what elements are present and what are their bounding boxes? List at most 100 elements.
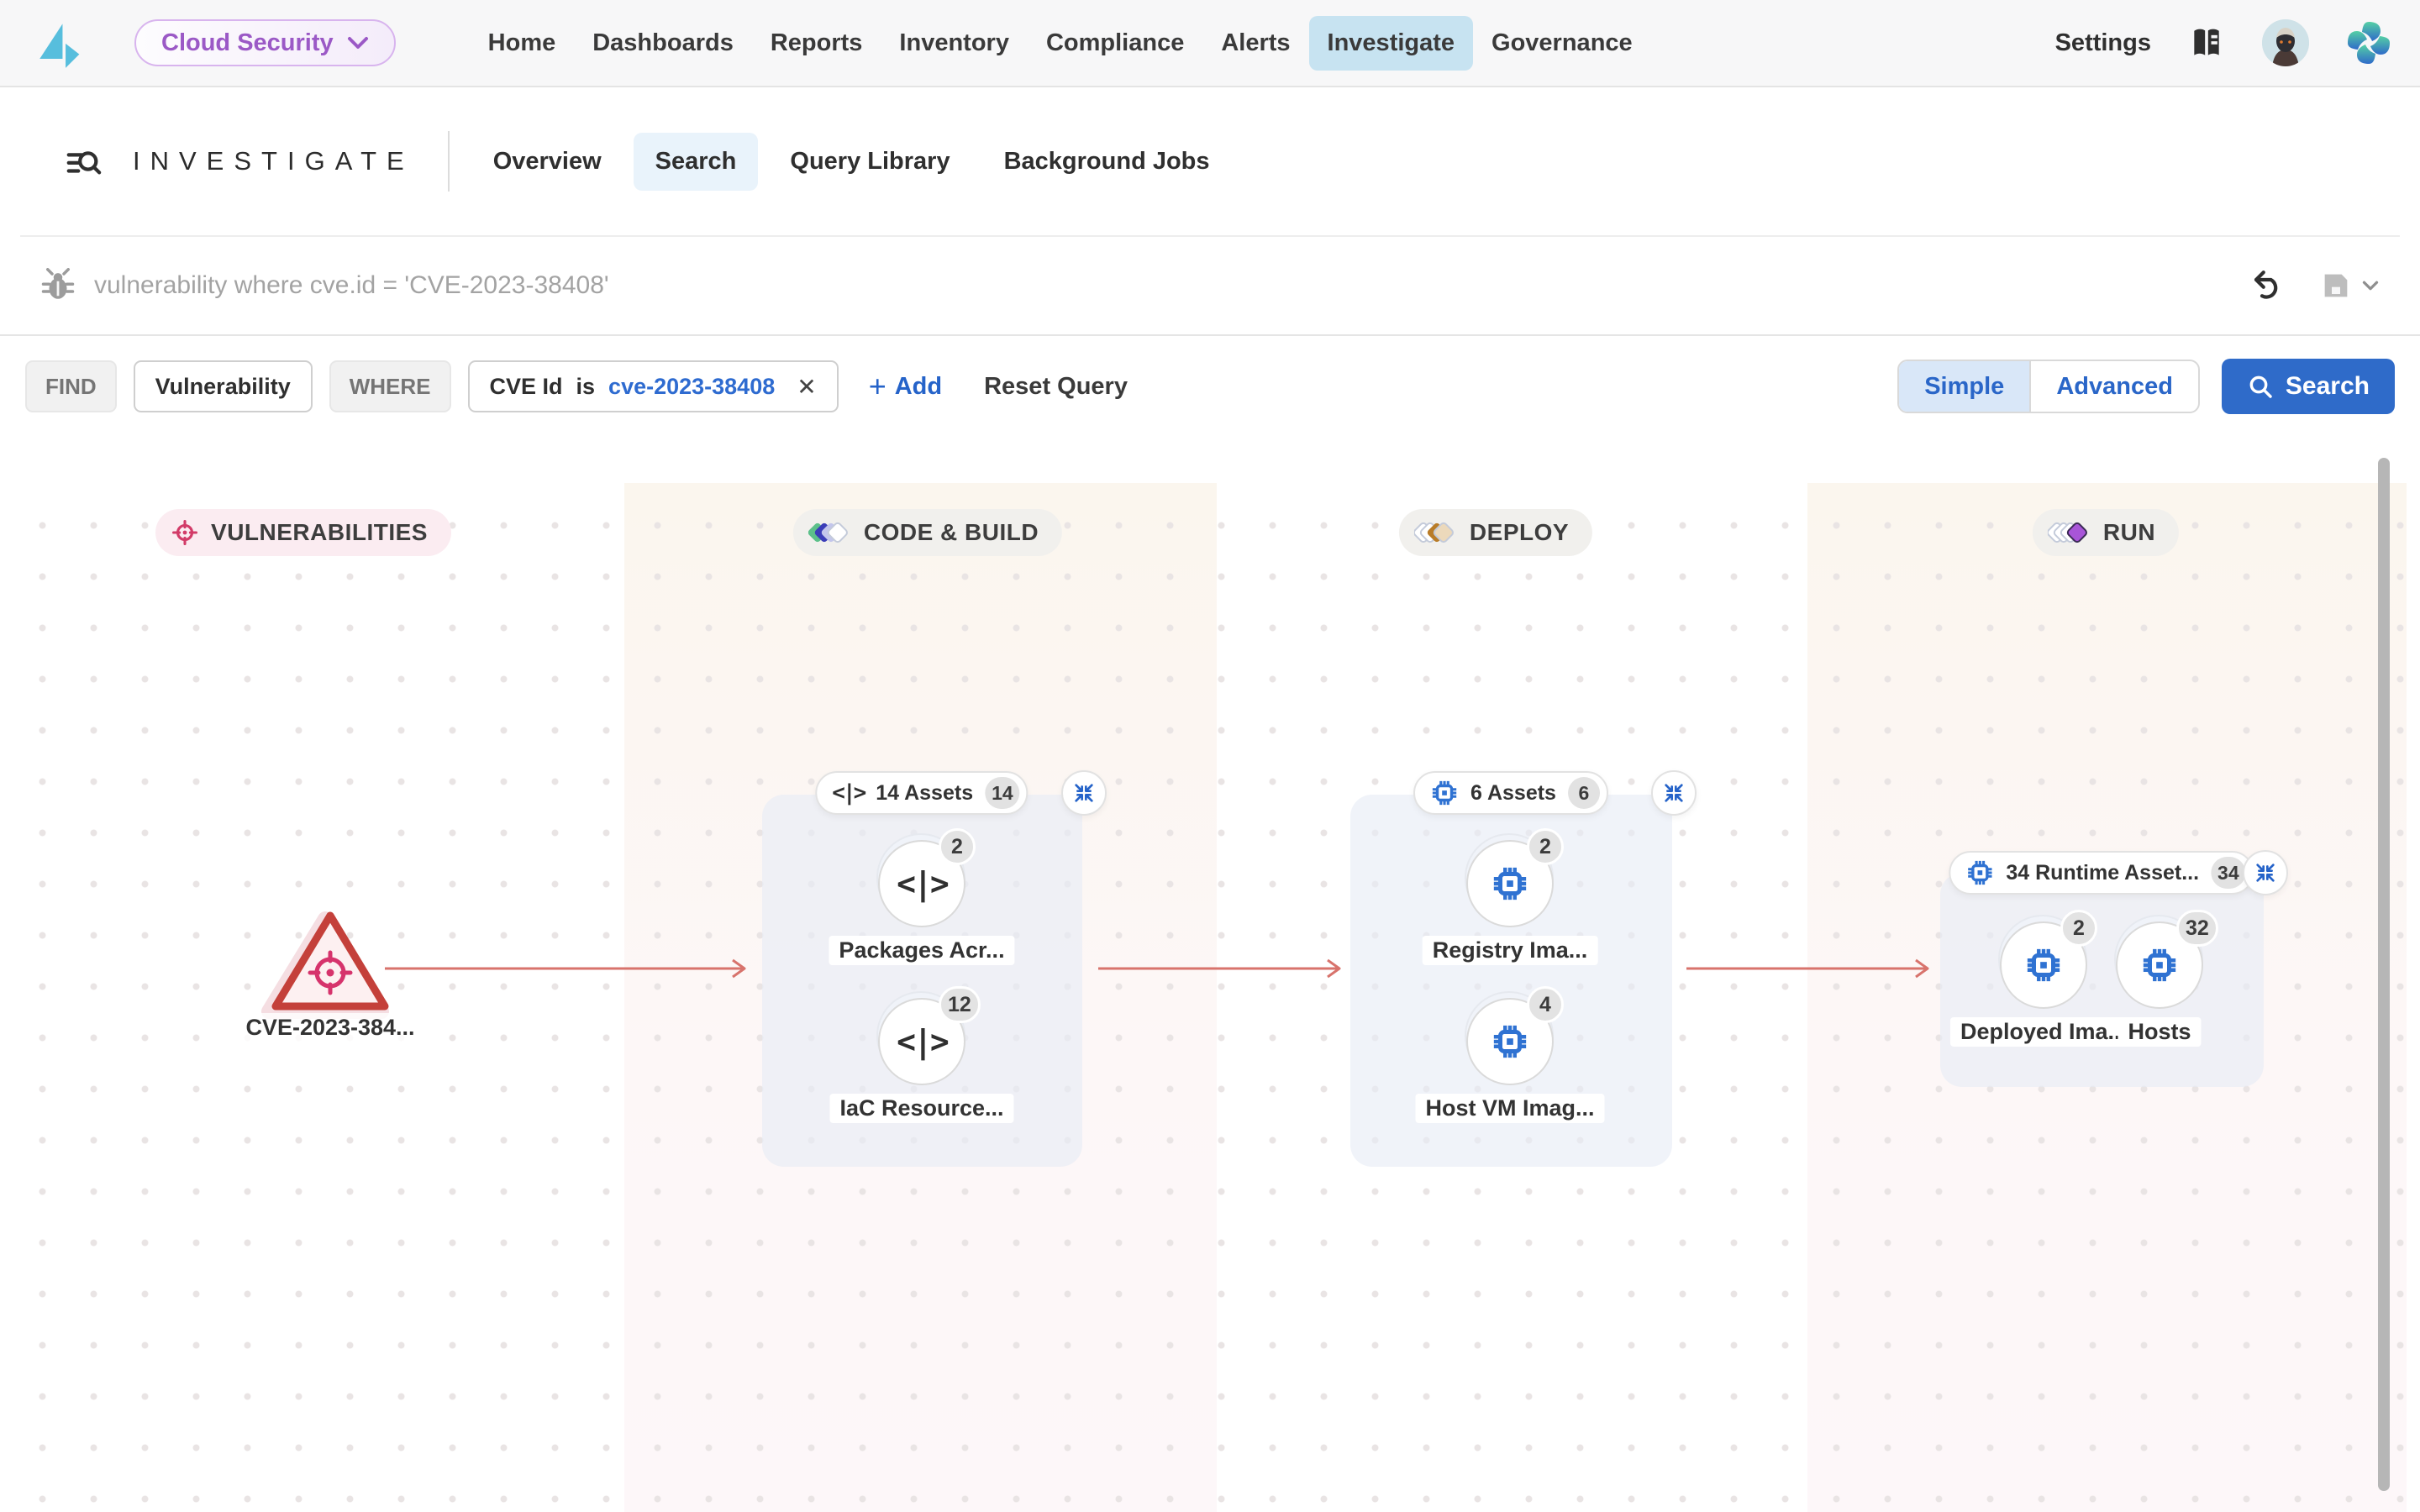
tab-search[interactable]: Search	[634, 133, 759, 191]
group-card-run	[1940, 873, 2264, 1087]
entity-chip[interactable]: Vulnerability	[134, 360, 313, 412]
nav-item-governance[interactable]: Governance	[1473, 16, 1651, 71]
page-title: INVESTIGATE	[133, 146, 414, 176]
collapse-icon	[2254, 861, 2277, 885]
nav-item-home[interactable]: Home	[470, 16, 575, 71]
search-button-label: Search	[2286, 372, 2370, 401]
query-summary-bar: vulnerability where cve.id = 'CVE-2023-3…	[0, 237, 2420, 336]
save-query-control[interactable]	[2319, 269, 2383, 302]
vertical-scrollbar[interactable]	[2378, 458, 2390, 1491]
chevron-down-icon[interactable]	[2358, 273, 2383, 298]
assets-pill-label: 34 Runtime Asset...	[2006, 861, 2199, 885]
chip-icon	[1430, 779, 1459, 807]
nav-item-reports[interactable]: Reports	[752, 16, 881, 71]
assets-pill-run[interactable]: 34 Runtime Asset... 34	[1949, 851, 2254, 895]
node-count-badge: 32	[2176, 910, 2218, 947]
user-avatar[interactable]	[2262, 19, 2309, 66]
collapse-icon	[1662, 781, 1686, 805]
attack-path-canvas: VULNERABILITIES CODE & BUILD DEPLOY	[0, 437, 2420, 1512]
edge-vuln-to-code	[385, 956, 755, 981]
assets-pill-deploy[interactable]: 6 Assets 6	[1413, 771, 1608, 815]
node-count-badge: 2	[1527, 828, 1564, 865]
chip-icon	[1491, 864, 1529, 903]
remove-condition-icon[interactable]: ✕	[797, 373, 816, 401]
plus-icon: +	[869, 371, 886, 402]
tab-background-jobs[interactable]: Background Jobs	[982, 133, 1232, 191]
add-condition-button[interactable]: + Add	[869, 371, 942, 402]
condition-chip[interactable]: CVE Id is cve-2023-38408 ✕	[468, 360, 839, 412]
diamonds-deploy-icon	[1414, 519, 1458, 546]
find-keyword-chip: FIND	[25, 360, 117, 412]
vulnerability-triangle-icon	[259, 904, 402, 1030]
code-icon: <|>	[897, 1023, 947, 1060]
tab-overview[interactable]: Overview	[471, 133, 623, 191]
nav-item-inventory[interactable]: Inventory	[881, 16, 1028, 71]
code-icon: <|>	[832, 780, 864, 806]
vulnerability-bug-icon	[40, 268, 76, 303]
where-keyword-chip: WHERE	[329, 360, 451, 412]
undo-icon[interactable]	[2250, 268, 2286, 303]
node-label: Hosts	[2118, 1017, 2201, 1047]
code-icon: <|>	[897, 865, 947, 902]
docs-book-icon[interactable]	[2188, 24, 2225, 61]
add-condition-label: Add	[895, 373, 942, 401]
assets-pill-code-build[interactable]: <|> 14 Assets 14	[815, 771, 1028, 815]
condition-field: CVE Id	[490, 374, 563, 400]
assets-count-badge: 34	[2211, 857, 2246, 889]
node-label: IaC Resource...	[829, 1094, 1013, 1123]
chip-icon	[2024, 946, 2063, 984]
query-text: vulnerability where cve.id = 'CVE-2023-3…	[94, 271, 609, 300]
settings-button[interactable]: Settings	[2055, 29, 2151, 57]
product-switcher[interactable]: Cloud Security	[134, 19, 396, 66]
node-label: Packages Acr...	[829, 936, 1014, 965]
collapse-group-button[interactable]	[1061, 770, 1107, 816]
top-app-bar: Cloud Security Home Dashboards Reports I…	[0, 0, 2420, 87]
mode-simple-button[interactable]: Simple	[1899, 361, 2029, 412]
collapse-group-button[interactable]	[1651, 770, 1697, 816]
stage-pill-code-build: CODE & BUILD	[793, 509, 1062, 556]
node-label: Deployed Ima...	[1950, 1017, 2137, 1047]
node-label: Host VM Imag...	[1415, 1094, 1604, 1123]
assets-pill-label: 6 Assets	[1470, 781, 1556, 806]
investigate-search-list-icon	[64, 142, 103, 181]
nav-item-investigate[interactable]: Investigate	[1309, 16, 1474, 71]
tab-query-library[interactable]: Query Library	[768, 133, 971, 191]
topbar-right-cluster: Settings	[2055, 19, 2391, 66]
chip-icon	[2140, 946, 2179, 984]
chevron-down-icon	[347, 35, 369, 50]
query-mode-toggle: Simple Advanced	[1897, 360, 2200, 413]
collapse-group-button[interactable]	[2243, 850, 2288, 895]
mode-advanced-button[interactable]: Advanced	[2029, 361, 2198, 412]
diamonds-run-icon	[2048, 519, 2091, 546]
search-button[interactable]: Search	[2222, 359, 2395, 414]
nav-item-dashboards[interactable]: Dashboards	[574, 16, 752, 71]
stage-label: RUN	[2103, 519, 2155, 546]
reset-query-button[interactable]: Reset Query	[984, 373, 1128, 401]
crosshair-icon	[171, 518, 199, 547]
org-pinwheel-logo-icon[interactable]	[2346, 20, 2391, 66]
stage-label: CODE & BUILD	[864, 519, 1039, 546]
node-label: CVE-2023-384...	[239, 1013, 421, 1042]
module-header: INVESTIGATE Overview Search Query Librar…	[20, 87, 2400, 237]
node-count-badge: 2	[939, 828, 976, 865]
edge-deploy-to-run	[1686, 956, 1939, 981]
product-switcher-label: Cloud Security	[161, 29, 334, 57]
divider	[448, 131, 450, 192]
node-label: Registry Ima...	[1423, 936, 1598, 965]
stage-pill-vulnerabilities: VULNERABILITIES	[155, 509, 451, 556]
stage-label: VULNERABILITIES	[211, 519, 428, 546]
condition-value: cve-2023-38408	[608, 374, 775, 400]
node-count-badge: 12	[939, 986, 981, 1023]
diamonds-code-build-icon	[808, 519, 852, 546]
save-icon[interactable]	[2319, 269, 2353, 302]
chip-icon	[1965, 858, 1994, 887]
search-icon	[2247, 373, 2274, 400]
stage-pill-deploy: DEPLOY	[1399, 509, 1592, 556]
brand-logo-icon[interactable]	[34, 16, 82, 70]
nav-item-compliance[interactable]: Compliance	[1028, 16, 1202, 71]
chip-icon	[1491, 1022, 1529, 1061]
condition-operator: is	[576, 374, 596, 400]
stage-label: DEPLOY	[1470, 519, 1569, 546]
nav-item-alerts[interactable]: Alerts	[1202, 16, 1308, 71]
collapse-icon	[1072, 781, 1096, 805]
